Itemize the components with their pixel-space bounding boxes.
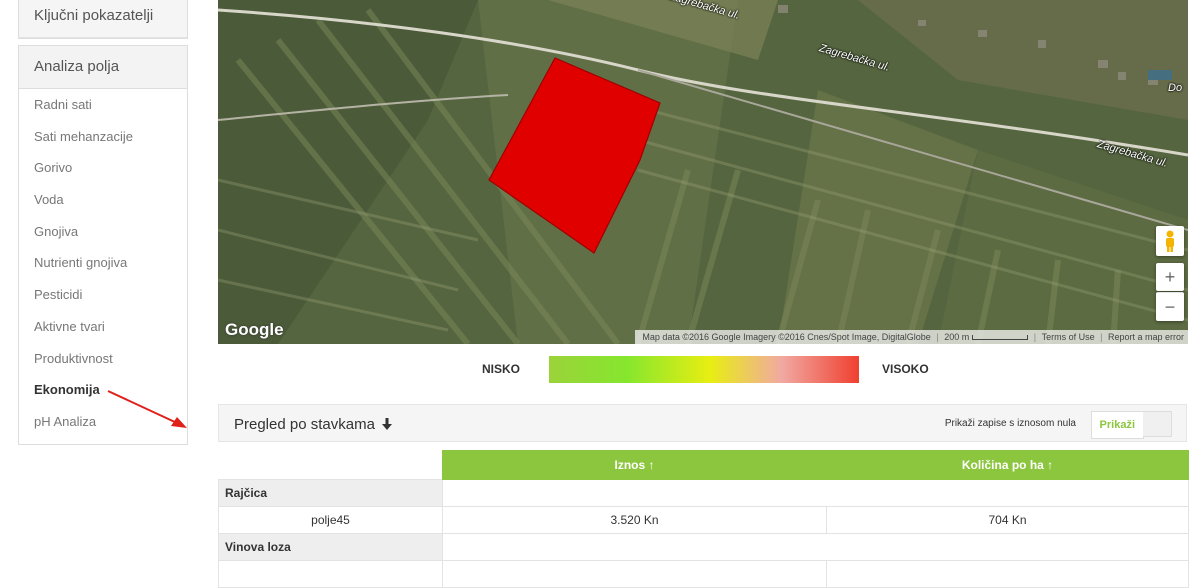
zero-records-label: Prikaži zapise s iznosom nula (944, 418, 1076, 429)
group-empty-cell (442, 479, 1189, 507)
table-group-row: Rajčica (218, 479, 1189, 507)
sidebar-item-radni-sati[interactable]: Radni sati (19, 89, 187, 121)
sidebar-item-gorivo[interactable]: Gorivo (19, 152, 187, 184)
attribution-text: Map data ©2016 Google Imagery ©2016 Cnes… (642, 332, 931, 342)
table-header-row: Iznos ↑ Količina po ha ↑ (218, 450, 1189, 480)
amount-cell: 3.520 Kn (442, 506, 827, 534)
scale-label: 200 m (944, 332, 970, 342)
per-ha-cell: 704 Kn (826, 506, 1189, 534)
sidebar-item-aktivne-tvari[interactable]: Aktivne tvari (19, 311, 187, 343)
group-name: Vinova loza (218, 533, 443, 561)
table-row: polje45 3.520 Kn 704 Kn (218, 506, 1189, 534)
sidebar-item-pesticidi[interactable]: Pesticidi (19, 279, 187, 311)
sidebar: Ključni pokazatelji Analiza polja Radni … (18, 0, 188, 445)
map-attribution: Map data ©2016 Google Imagery ©2016 Cnes… (635, 330, 1188, 344)
column-header-kolicina-po-ha[interactable]: Količina po ha ↑ (826, 450, 1189, 480)
sidebar-item-nutrienti-gnojiva[interactable]: Nutrienti gnojiva (19, 247, 187, 279)
panel-title[interactable]: Pregled po stavkama (234, 416, 393, 433)
legend-low-label: NISKO (482, 362, 521, 376)
google-logo: Google (225, 320, 284, 339)
street-label-4: Do (1168, 82, 1183, 94)
show-button[interactable]: Prikaži (1090, 411, 1144, 439)
arrow-down-icon (382, 418, 393, 430)
group-name: Rajčica (218, 479, 443, 507)
terms-link[interactable]: Terms of Use (1042, 332, 1095, 342)
report-error-link[interactable]: Report a map error (1108, 332, 1184, 342)
sidebar-item-produktivnost[interactable]: Produktivnost (19, 343, 187, 375)
panel-title-text: Pregled po stavkama (234, 416, 375, 433)
legend-gradient-bar (549, 356, 859, 383)
sidebar-item-kljucni-pokazatelji[interactable]: Ključni pokazatelji (19, 0, 187, 38)
sidebar-item-sati-mehanzacije[interactable]: Sati mehanzacije (19, 121, 187, 153)
sidebar-section-analiza-polja[interactable]: Analiza polja (18, 45, 188, 89)
scale-bar (972, 335, 1029, 341)
table-group-row: Vinova loza (218, 533, 1189, 561)
satellite-map[interactable]: Zagrebačka ul. Zagrebačka ul. Zagrebačka… (218, 0, 1188, 344)
sidebar-top: Ključni pokazatelji (18, 0, 188, 39)
zero-records-toggle[interactable] (1143, 411, 1172, 437)
zoom-in-button[interactable]: + (1156, 263, 1184, 291)
overview-table: Iznos ↑ Količina po ha ↑ Rajčica polje45… (218, 450, 1189, 588)
panel-header: Pregled po stavkama Prikaži zapise s izn… (218, 404, 1187, 442)
field-name-cell: polje45 (218, 506, 443, 534)
sidebar-item-voda[interactable]: Voda (19, 184, 187, 216)
group-empty-cell (442, 533, 1189, 561)
map-imagery (218, 0, 1188, 344)
annotation-arrow-icon (107, 390, 187, 428)
zoom-out-button[interactable]: − (1156, 292, 1184, 321)
column-header-iznos[interactable]: Iznos ↑ (442, 450, 827, 480)
legend-high-label: VISOKO (882, 362, 929, 376)
sidebar-item-gnojiva[interactable]: Gnojiva (19, 216, 187, 248)
table-header-empty (218, 450, 443, 480)
pegman-icon[interactable] (1156, 226, 1184, 256)
